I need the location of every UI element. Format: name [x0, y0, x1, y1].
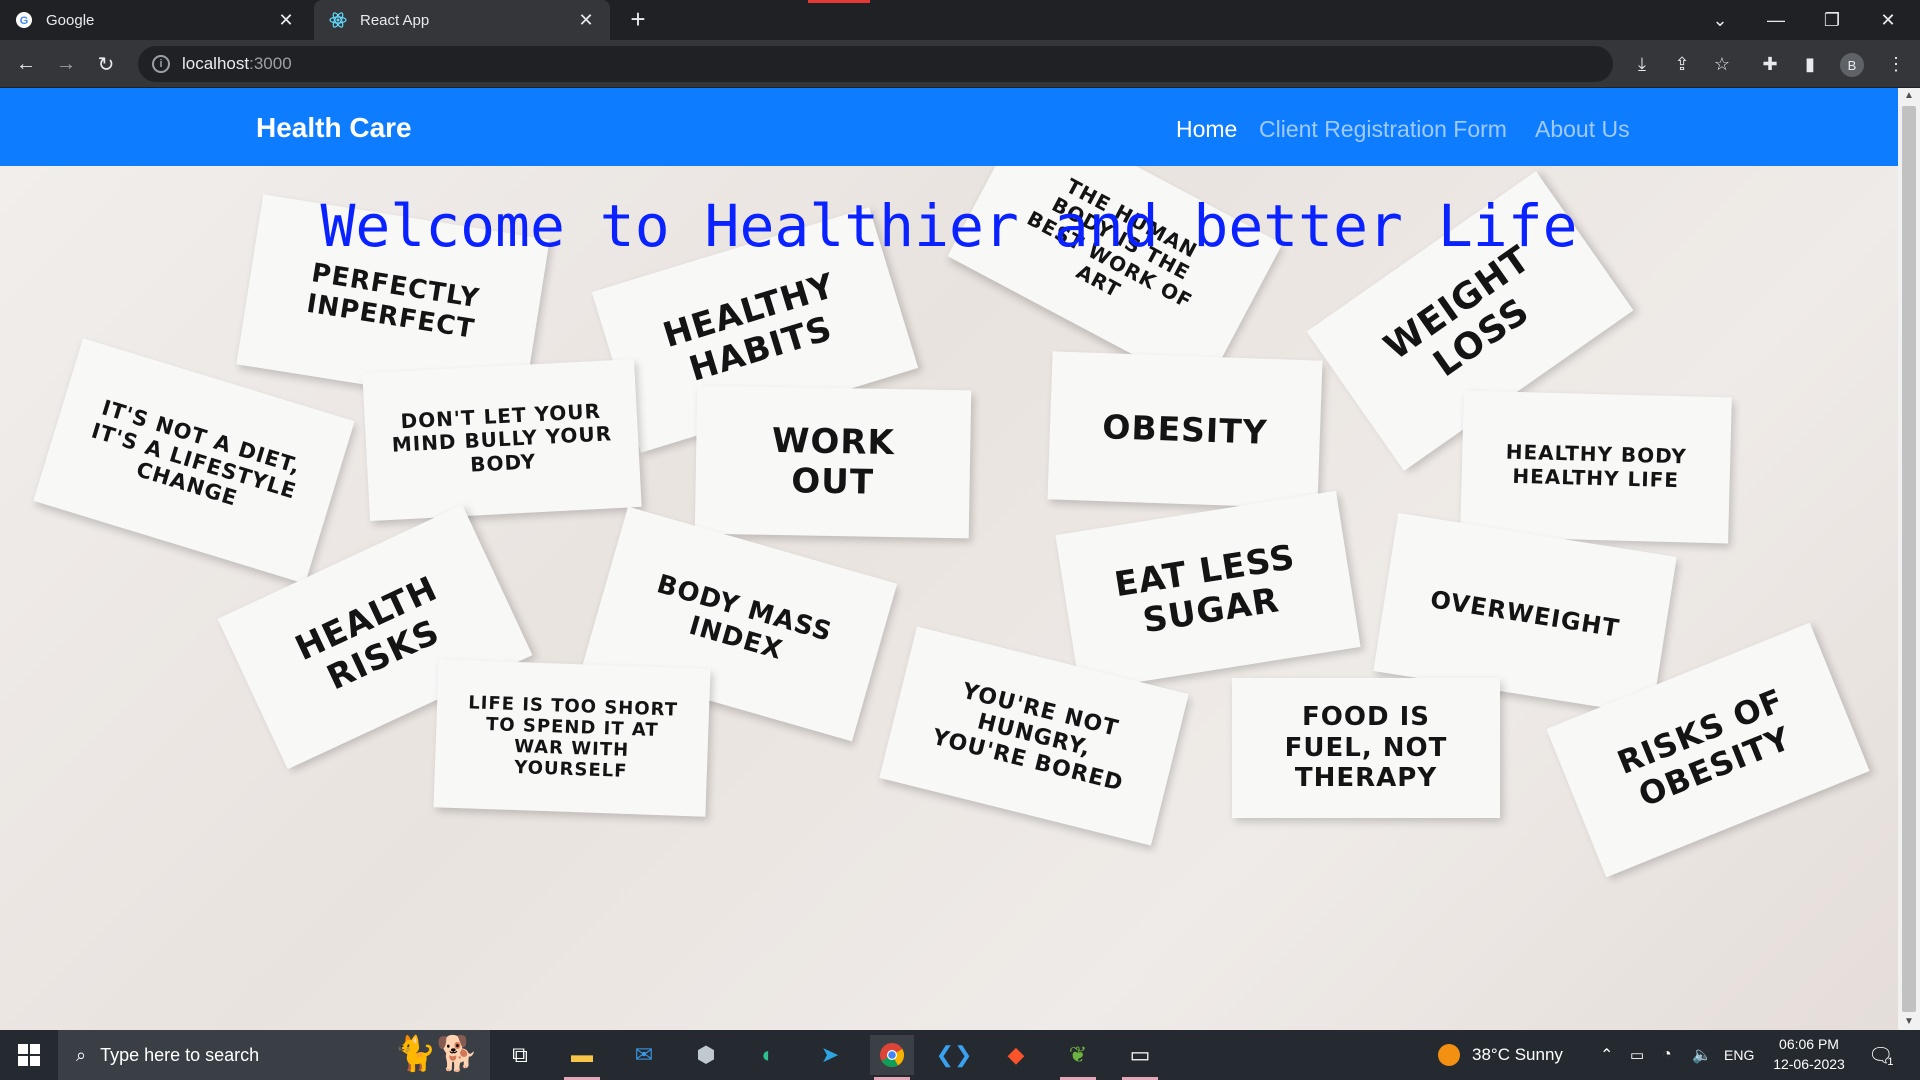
site-navbar: Health Care Home Client Registration For… [0, 88, 1898, 166]
install-icon[interactable]: ⤓ [1626, 48, 1658, 80]
close-window-button[interactable]: ✕ [1860, 0, 1916, 40]
note-healthy-body-life: HEALTHY BODY HEALTHY LIFE [1460, 390, 1732, 544]
url-port: :3000 [249, 54, 292, 73]
brave-icon[interactable]: ◆ [994, 1035, 1038, 1075]
scrollbar-thumb[interactable] [1902, 106, 1916, 1012]
nav-link-home[interactable]: Home [1176, 116, 1237, 143]
show-hidden-icons-chevron-icon[interactable]: ⌃ [1600, 1030, 1613, 1080]
search-icon: ⌕ [76, 1044, 87, 1065]
page-scrollbar[interactable]: ▲ ▼ [1898, 88, 1920, 1030]
search-highlight-animals-icon: 🐈🐕 [394, 1035, 479, 1073]
language-indicator[interactable]: ENG [1724, 1030, 1754, 1080]
nav-link-about-us[interactable]: About Us [1535, 116, 1630, 143]
taskbar-clock[interactable]: 06:06 PM 12-06-2023 [1762, 1034, 1856, 1074]
note-eat-less-sugar: EAT LESS SUGAR [1055, 490, 1361, 692]
nav-link-client-registration[interactable]: Client Registration Form [1259, 116, 1507, 143]
side-panel-icon[interactable]: ▮ [1794, 48, 1826, 80]
weather-widget[interactable]: 38°C Sunny [1438, 1030, 1563, 1080]
mail-icon[interactable]: ✉ [622, 1035, 666, 1075]
tab-react-app[interactable]: React App ✕ [314, 0, 610, 40]
browser-toolbar: ← → ↻ i localhost:3000 ⤓ ⇪ ☆ ✚ ▮ ⋮ [0, 40, 1920, 88]
scroll-down-arrow-icon[interactable]: ▼ [1898, 1014, 1920, 1030]
address-bar[interactable]: i localhost:3000 [138, 46, 1613, 82]
edge-icon[interactable]: ◐ [746, 1035, 790, 1075]
taskbar-search-box[interactable]: ⌕ Type here to search 🐈🐕 [58, 1030, 490, 1080]
battery-icon[interactable]: ▭ [1630, 1030, 1644, 1080]
react-icon [328, 10, 348, 30]
minimize-button[interactable]: — [1748, 0, 1804, 40]
site-info-icon[interactable]: i [152, 55, 170, 73]
url-host: localhost [182, 54, 250, 73]
sun-icon [1438, 1044, 1460, 1066]
background-photo: PERFECTLY INPERFECT HEALTHY HABITS THE H… [0, 107, 1898, 1030]
tab-search-chevron-icon[interactable]: ⌄ [1692, 0, 1748, 40]
volume-icon[interactable]: 🔈 [1692, 1030, 1712, 1080]
bookmark-star-icon[interactable]: ☆ [1706, 48, 1738, 80]
terminal-icon[interactable]: ▭ [1118, 1035, 1162, 1080]
forward-icon[interactable]: → [50, 48, 82, 80]
recording-indicator [808, 0, 870, 3]
telegram-icon[interactable]: ➤ [808, 1035, 852, 1075]
windows-start-icon[interactable] [0, 1030, 58, 1080]
task-view-icon[interactable]: ⧉ [498, 1035, 542, 1075]
close-icon[interactable]: ✕ [576, 10, 596, 31]
reload-icon[interactable]: ↻ [90, 48, 122, 80]
restore-button[interactable]: ❐ [1804, 0, 1860, 40]
tab-google[interactable]: G Google ✕ [0, 0, 310, 40]
scroll-up-arrow-icon[interactable]: ▲ [1898, 88, 1920, 104]
svg-text:G: G [20, 15, 29, 27]
file-explorer-icon[interactable]: ▬ [560, 1035, 604, 1080]
share-icon[interactable]: ⇪ [1666, 48, 1698, 80]
network-icon[interactable]: ◔ [1662, 1030, 1672, 1080]
chrome-icon[interactable] [870, 1035, 914, 1080]
note-work-out: WORK OUT [694, 385, 972, 539]
spring-tools-icon[interactable]: ❦ [1056, 1035, 1100, 1080]
clock-date: 12-06-2023 [1773, 1056, 1845, 1072]
tab-title: React App [360, 11, 430, 29]
new-tab-button[interactable]: + [624, 6, 652, 34]
note-mind-bully-body: DON'T LET YOUR MIND BULLY YOUR BODY [362, 358, 642, 522]
navbar-brand[interactable]: Health Care [256, 112, 412, 144]
menu-kebab-icon[interactable]: ⋮ [1880, 48, 1912, 80]
back-icon[interactable]: ← [10, 48, 42, 80]
extensions-icon[interactable]: ✚ [1754, 48, 1786, 80]
note-obesity: OBESITY [1047, 351, 1323, 509]
welcome-heading: Welcome to Healthier and better Life [320, 192, 1578, 260]
page-viewport: PERFECTLY INPERFECT HEALTHY HABITS THE H… [0, 88, 1920, 1030]
notification-count: 1 [1887, 1056, 1894, 1068]
browser-tab-strip: G Google ✕ React App ✕ + ⌄ — ❐ ✕ [0, 0, 1920, 40]
clock-time: 06:06 PM [1779, 1036, 1839, 1052]
close-icon[interactable]: ✕ [276, 10, 296, 31]
search-placeholder: Type here to search [100, 1044, 260, 1065]
tab-title: Google [46, 11, 95, 29]
google-icon: G [14, 10, 34, 30]
github-desktop-icon[interactable]: ⬢ [684, 1035, 728, 1075]
note-life-too-short: LIFE IS TOO SHORT TO SPEND IT AT WAR WIT… [433, 659, 711, 817]
windows-taskbar: ⌕ Type here to search 🐈🐕 ⧉ ▬ ✉ ⬢ ◐ ➤ ❮❯ … [0, 1030, 1920, 1080]
note-food-is-fuel: FOOD IS FUEL, NOT THERAPY [1232, 678, 1500, 818]
notifications-icon[interactable]: 🗨 1 [1868, 1030, 1894, 1080]
profile-avatar[interactable]: B [1840, 53, 1864, 77]
weather-text: 38°C Sunny [1472, 1045, 1563, 1064]
vscode-icon[interactable]: ❮❯ [932, 1035, 976, 1075]
